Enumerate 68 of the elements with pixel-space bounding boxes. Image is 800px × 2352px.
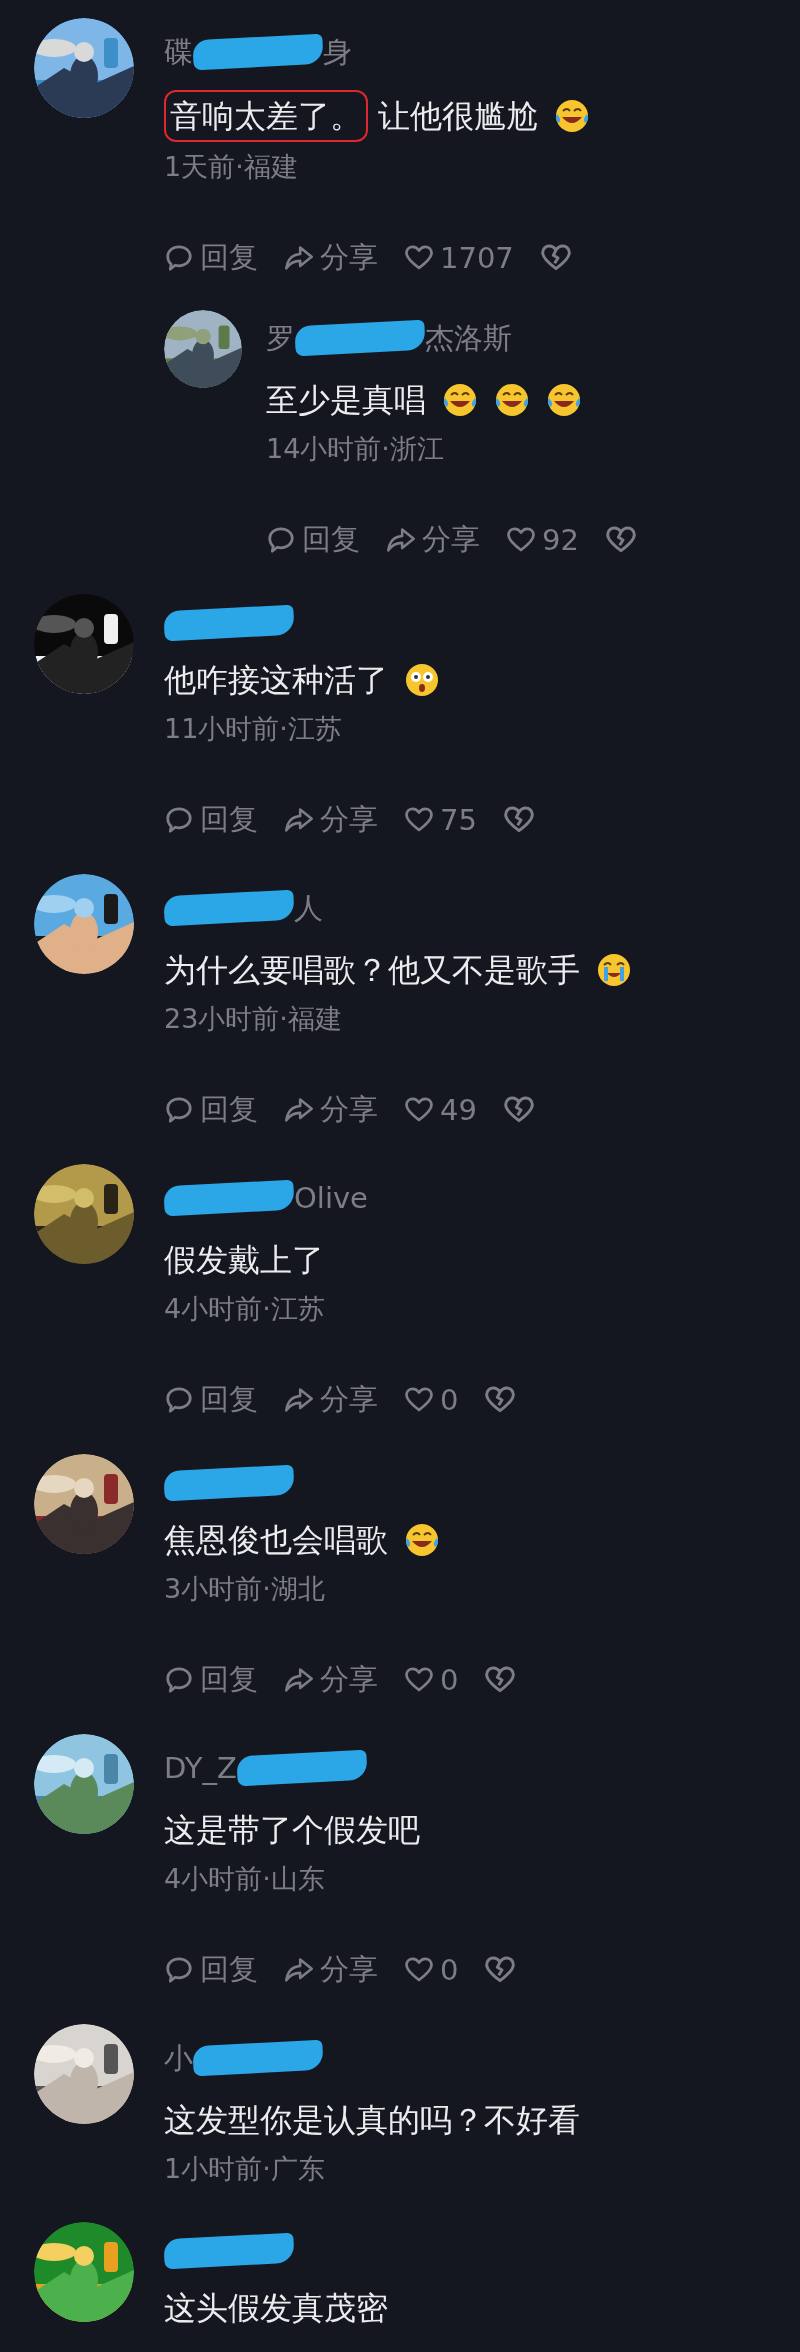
comment-meta: 4小时前·江苏 [164, 1292, 326, 1326]
comment-icon [266, 525, 296, 555]
like-button[interactable]: 92 [506, 523, 579, 557]
username: 人 [294, 890, 323, 927]
comment-meta: 23小时前·福建 [164, 1002, 343, 1036]
reply-button[interactable]: 回复 [266, 520, 360, 560]
username: 碟 [164, 34, 193, 71]
comment-text: 焦恩俊也会唱歌 [164, 1520, 388, 1561]
laughing-crying-face-icon [494, 382, 530, 418]
comment-meta: 3小时前·湖北 [164, 1572, 326, 1606]
reply-button[interactable]: 回复 [164, 800, 258, 840]
share-button[interactable]: 分享 [284, 800, 378, 840]
reply-button[interactable]: 回复 [164, 1380, 258, 1420]
share-icon [284, 1385, 314, 1415]
comment-meta: 1天前·福建 [164, 150, 299, 184]
surprised-face-icon [404, 662, 440, 698]
username: DY_Z [164, 1750, 237, 1787]
share-icon [284, 243, 314, 273]
like-button[interactable]: 49 [404, 1093, 477, 1127]
share-button[interactable]: 分享 [284, 1090, 378, 1130]
comment-meta: 11小时前·江苏 [164, 712, 343, 746]
reply-button[interactable]: 回复 [164, 1950, 258, 1990]
comment-meta: 1小时前·广东 [164, 2152, 326, 2186]
comment-text: 这发型你是认真的吗？不好看 [164, 2100, 580, 2141]
comment-icon [164, 1385, 194, 1415]
comment-icon [164, 1665, 194, 1695]
laughing-crying-face-icon [546, 382, 582, 418]
comment-text: 他咋接这种活了 [164, 660, 388, 701]
share-button[interactable]: 分享 [284, 1380, 378, 1420]
share-icon [284, 805, 314, 835]
comment-meta: 14小时前·浙江 [266, 432, 445, 466]
comment-meta: 4小时前·山东 [164, 1862, 326, 1896]
laughing-crying-face-icon [554, 98, 590, 134]
share-button[interactable]: 分享 [284, 238, 378, 278]
reply-button[interactable]: 回复 [164, 1660, 258, 1700]
share-button[interactable]: 分享 [386, 520, 480, 560]
username: 小 [164, 2040, 193, 2077]
share-button[interactable]: 分享 [284, 1950, 378, 1990]
comment-icon [164, 1955, 194, 1985]
like-button[interactable]: 0 [404, 1663, 459, 1697]
comment-text: 至少是真唱 [266, 380, 426, 421]
like-button[interactable]: 0 [404, 1383, 459, 1417]
like-button[interactable]: 1707 [404, 241, 514, 275]
comment-text: 让他很尴尬 [378, 96, 538, 137]
laughing-crying-face-icon [404, 1522, 440, 1558]
share-icon [284, 1955, 314, 1985]
comment-text: 为什么要唱歌？他又不是歌手 [164, 950, 580, 991]
like-button[interactable]: 75 [404, 803, 477, 837]
reply-button[interactable]: 回复 [164, 238, 258, 278]
comment-text: 假发戴上了 [164, 1240, 324, 1281]
reply-button[interactable]: 回复 [164, 1090, 258, 1130]
like-button[interactable]: 0 [404, 1953, 459, 1987]
share-icon [386, 525, 416, 555]
laughing-crying-face-icon [442, 382, 478, 418]
comment-icon [164, 805, 194, 835]
share-icon [284, 1095, 314, 1125]
share-icon [284, 1665, 314, 1695]
comment-icon [164, 243, 194, 273]
comment-icon [164, 1095, 194, 1125]
crying-face-icon [596, 952, 632, 988]
highlighted-text: 音响太差了。 [164, 90, 368, 142]
share-button[interactable]: 分享 [284, 1660, 378, 1700]
username: 身 [323, 34, 352, 71]
username: 杰洛斯 [425, 320, 512, 357]
username: 罗 [266, 320, 295, 357]
comment-text: 这是带了个假发吧 [164, 1810, 420, 1851]
comment-text: 这头假发真茂密 [164, 2288, 388, 2329]
username: Olive [294, 1180, 368, 1217]
